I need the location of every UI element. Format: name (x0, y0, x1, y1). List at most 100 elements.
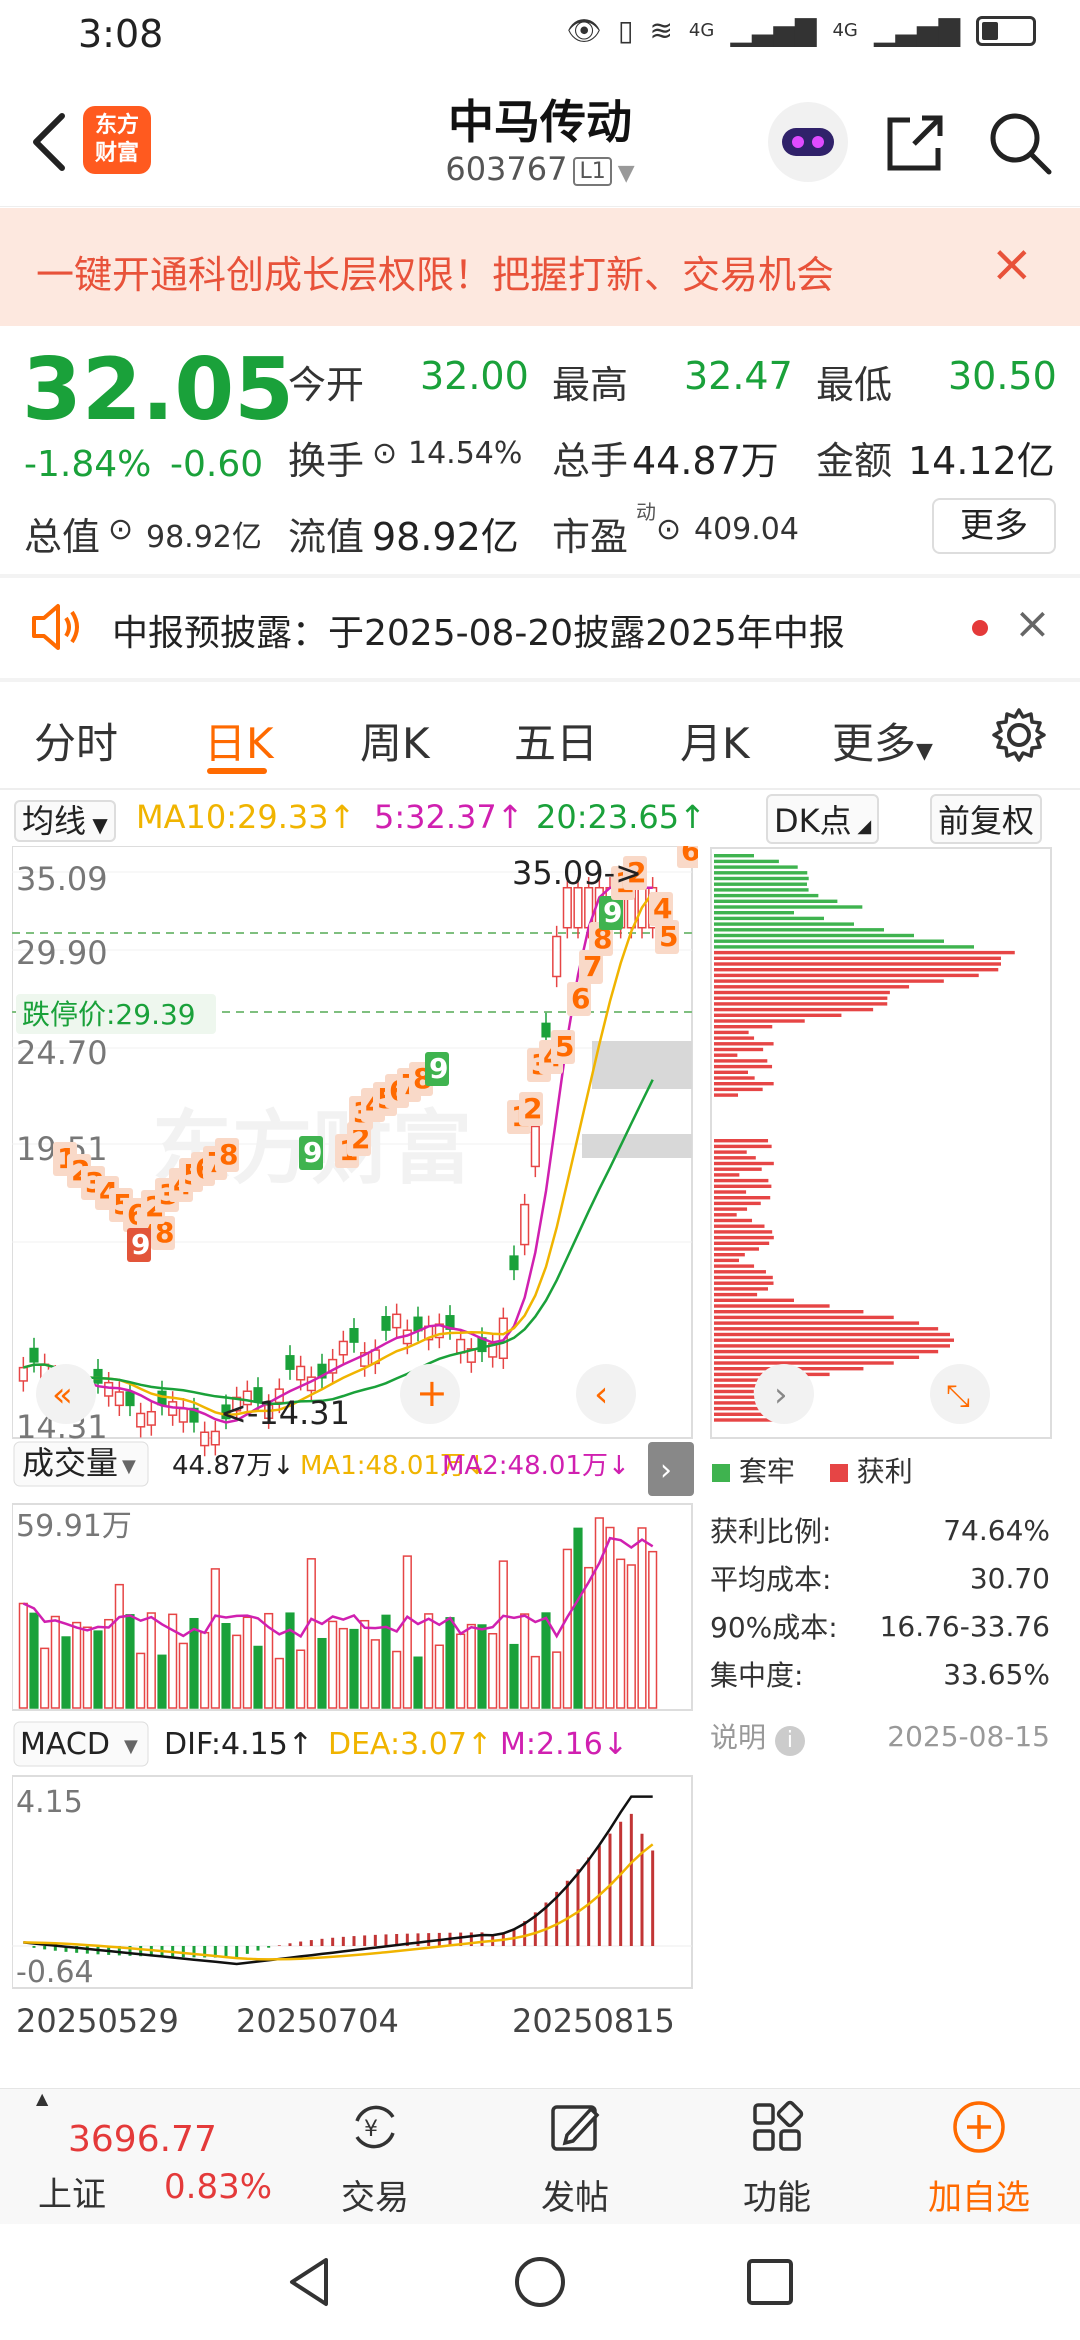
ma-selector[interactable]: 均线 ▼ (14, 796, 116, 842)
volume-bar (488, 1632, 498, 1709)
amount-value: 14.12亿 (908, 439, 1055, 483)
chip-bar (714, 1047, 764, 1052)
share-icon[interactable] (880, 108, 950, 178)
chip-bar (714, 888, 809, 892)
chip-nav-icon[interactable]: › (754, 1364, 814, 1424)
volume-bar (424, 1613, 434, 1709)
chip-bar (714, 1082, 774, 1086)
info-icon-2[interactable]: ⊙ (108, 512, 133, 547)
nav-trade[interactable]: ¥ 交易 (300, 2099, 450, 2219)
notice-text[interactable]: 中报预披露：于2025-08-20披露2025年中报 (112, 604, 845, 656)
chip-bar (714, 1030, 749, 1035)
assistant-robot-icon[interactable] (768, 102, 848, 182)
speaker-icon (32, 604, 79, 650)
chip-bar (714, 1053, 738, 1057)
volume-bar (637, 1527, 647, 1709)
promo-banner[interactable]: 一键开通科创成长层权限！把握打新、交易机会 × (0, 208, 1080, 326)
count-badge-number: 2 (523, 1092, 542, 1125)
count-badge-number: 9 (303, 1136, 322, 1169)
more-button[interactable]: 更多 (932, 498, 1056, 554)
tab-day-k[interactable]: 日K (204, 710, 274, 771)
chip-bar (714, 1349, 939, 1354)
tab-week-k[interactable]: 周K (360, 710, 430, 771)
chip-bar (714, 1190, 747, 1194)
chip-bar (714, 1161, 774, 1166)
chip-bar (714, 859, 779, 864)
crosshair-add-icon[interactable]: + (400, 1364, 460, 1424)
chip-bar (714, 916, 824, 921)
chip-bar (714, 1184, 772, 1188)
candle (200, 1431, 210, 1447)
chart-nav-left-icon[interactable]: « (36, 1364, 96, 1424)
dk-point-selector[interactable]: DK点 ◢ (766, 794, 880, 844)
chip-bar (714, 1178, 769, 1183)
nav-add-watchlist[interactable]: 加自选 (904, 2099, 1054, 2219)
close-icon[interactable]: × (990, 234, 1034, 294)
volume-bar (93, 1630, 103, 1709)
chip-bar (714, 1076, 755, 1080)
min-price-label: <-14.31 (220, 1394, 350, 1432)
chip-bar (714, 1196, 771, 1200)
open-value: 32.00 (420, 354, 529, 398)
chip-bar (714, 1247, 759, 1251)
nav-post[interactable]: 发帖 (500, 2099, 650, 2219)
tab-five-day[interactable]: 五日 (514, 710, 598, 771)
svg-text:‹: ‹ (594, 1374, 608, 1415)
y-tick-label: 35.09 (16, 860, 108, 898)
ma5-value: 5:32.37↑ (374, 798, 524, 836)
chip-bar (714, 911, 794, 915)
expand-right-icon[interactable]: › (648, 1442, 694, 1496)
chip-bar (714, 1093, 739, 1097)
info-icon[interactable]: i (774, 1726, 805, 1756)
date-label-3: 20250815 (512, 2002, 675, 2040)
macd-selector-label: MACD (20, 1727, 110, 1762)
candle (573, 886, 583, 929)
nav-function[interactable]: 功能 (702, 2099, 852, 2219)
recent-nav-icon[interactable] (742, 2254, 798, 2310)
volume-bar (104, 1618, 114, 1709)
volume-bar (328, 1620, 338, 1709)
chip-bar (714, 1275, 773, 1280)
index-name[interactable]: 上证 (38, 2167, 106, 2216)
svg-text:›: › (660, 1453, 672, 1488)
volume-bar (541, 1612, 551, 1709)
chip-bar (714, 1042, 774, 1046)
chip-bar (714, 1013, 842, 1017)
tab-month-k[interactable]: 月K (680, 710, 750, 771)
chip-note-row[interactable]: 说明 i 2025-08-15 (710, 1712, 1050, 1760)
price-adjust-button[interactable]: 前复权 (930, 794, 1043, 844)
index-pct[interactable]: 0.83% (164, 2167, 272, 2207)
candle (114, 1391, 124, 1407)
back-nav-icon[interactable] (282, 2254, 338, 2310)
volume-bar (274, 1657, 284, 1709)
volume-bar (242, 1616, 252, 1709)
gear-icon[interactable] (990, 706, 1048, 764)
eye-icon: 👁 (566, 14, 603, 47)
chart-prev-icon[interactable]: ‹ (576, 1364, 636, 1424)
chip-distribution[interactable]: › ⤡ (710, 846, 1056, 1446)
fullscreen-icon[interactable]: ⤡ (930, 1364, 990, 1424)
chip-bar (714, 950, 1015, 955)
close-icon-notice[interactable]: × (1014, 598, 1051, 649)
period-tabs: 分时 日K 周K 五日 月K 更多▼ (0, 690, 1080, 790)
volume-bar (285, 1612, 295, 1709)
kline-chart[interactable]: 东方财富 35.0929.9024.7019.5114.31 跌停价:29.39… (12, 846, 698, 2072)
info-icon[interactable]: ⊙ (372, 436, 397, 471)
ma10-value: MA10:29.33↑ (136, 798, 356, 836)
chip-bar (714, 1213, 737, 1217)
chip-bar (714, 979, 944, 983)
index-value[interactable]: 3696.77 (68, 2119, 217, 2160)
search-icon[interactable] (985, 108, 1055, 178)
volume-bar (146, 1612, 156, 1709)
tab-minute[interactable]: 分时 (34, 710, 118, 771)
chip-bar (714, 871, 808, 875)
home-nav-icon[interactable] (512, 2254, 568, 2310)
chip-bar (714, 933, 914, 938)
chip-bar (714, 1412, 767, 1416)
chip-bar (714, 1201, 761, 1206)
candle (530, 1125, 540, 1168)
gap-zone-1 (592, 1041, 692, 1089)
tab-more[interactable]: 更多▼ (832, 710, 933, 771)
info-icon-3[interactable]: ⊙ (656, 512, 681, 547)
candle (392, 1313, 402, 1329)
